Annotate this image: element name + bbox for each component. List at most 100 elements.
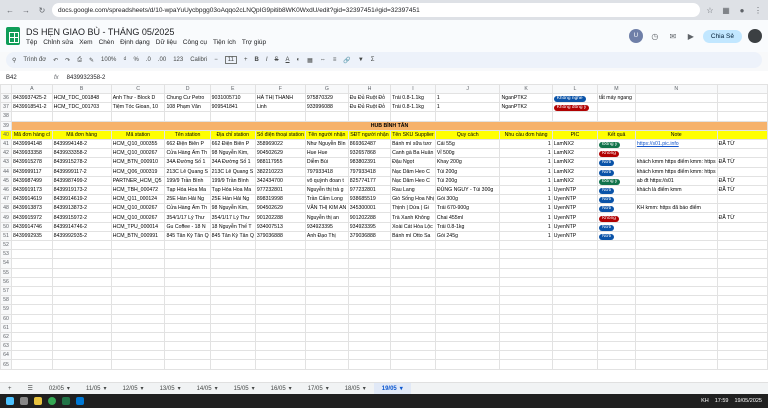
table-cell[interactable]: 901202288 [254,212,306,223]
table-cell[interactable] [11,313,53,324]
table-cell[interactable] [551,341,599,352]
menu-search[interactable]: Trình đơ [23,57,46,63]
table-cell[interactable] [390,267,436,278]
table-cell[interactable] [304,304,349,315]
table-cell[interactable] [597,285,636,297]
table-cell[interactable] [209,111,256,122]
row-number[interactable]: 57 [0,285,13,297]
decrease-decimal-button[interactable]: .0 [146,57,151,63]
table-cell[interactable] [304,359,349,370]
table-cell[interactable]: 8439919173-2 [51,184,112,196]
table-cell[interactable]: Nạc Dăm Heo C [390,175,436,186]
table-cell[interactable] [51,111,112,122]
header-cell[interactable]: Địa chỉ station [209,129,256,140]
table-cell[interactable] [597,249,636,260]
table-cell[interactable] [347,239,392,251]
row-number[interactable]: 40 [0,129,13,140]
table-cell[interactable]: Nạc Dăm Heo C [390,166,436,177]
table-cell[interactable]: 354/1/17 Lý Thư [164,212,211,223]
functions-icon[interactable]: Σ [371,57,375,63]
table-cell[interactable] [597,331,636,343]
table-cell[interactable]: Trái 0.8-1.1kg [390,92,436,104]
table-cell[interactable]: HCM_TDC_001848 [51,92,112,104]
table-cell[interactable]: 8439994148-2 [51,138,112,150]
status-chip[interactable]: Nơti [599,169,615,176]
table-cell[interactable] [347,322,392,333]
table-cell[interactable]: Trần Cẩm Long [304,194,349,205]
formula-input[interactable]: 8439932358-2 [67,75,106,81]
row-number[interactable]: 48 [0,203,13,214]
note-cell[interactable] [634,230,718,242]
extra-cell[interactable]: ĐÃ TỪ [716,138,768,150]
table-cell[interactable]: Canh gà Ba Huân [390,148,436,159]
header-cell[interactable]: SĐT người nhận [347,129,392,140]
table-cell[interactable] [716,322,768,333]
table-cell[interactable] [304,350,349,361]
table-cell[interactable]: 18 Nguyễn Thế T [209,221,256,232]
result-cell[interactable]: Nơti [597,230,636,242]
align-icon[interactable]: ≡ [333,57,337,63]
table-cell[interactable] [634,249,718,260]
table-cell[interactable]: ĐÙNG NGUY - Túi 300g [434,184,501,196]
table-cell[interactable] [254,331,306,343]
status-chip[interactable]: Đồng ý [599,142,621,148]
explorer-icon[interactable] [34,397,42,405]
table-cell[interactable]: 8439914619-2 [51,194,112,205]
table-cell[interactable]: Túi 200g [434,166,501,177]
table-cell[interactable] [551,359,599,370]
row-number[interactable]: 36 [0,92,13,104]
table-cell[interactable] [11,350,53,361]
table-cell[interactable] [304,276,349,287]
table-cell[interactable]: LamNX2 [551,175,599,186]
row-number[interactable]: 63 [0,341,13,352]
row-number[interactable]: 53 [0,249,13,260]
extra-cell[interactable] [716,148,768,159]
extra-cell[interactable]: ĐÃ TỪ [716,212,768,223]
table-cell[interactable]: 213C Lê Quang S [209,166,256,177]
table-cell[interactable] [209,322,256,333]
table-cell[interactable]: 1 [499,194,553,205]
status-chip[interactable]: Không đồng ý [553,105,590,111]
table-cell[interactable]: 909541841 [209,102,256,113]
percent-button[interactable]: % [134,57,139,63]
sheets-logo-icon[interactable] [6,27,20,45]
table-cell[interactable]: 1 [499,157,553,168]
table-cell[interactable] [304,341,349,352]
table-cell[interactable] [51,285,112,297]
table-cell[interactable]: 662 Điện Biên P [164,138,211,150]
table-cell[interactable]: 983802391 [347,157,392,168]
table-cell[interactable]: Gói 245g [434,230,501,242]
result-cell[interactable]: Nơti [597,221,636,232]
table-cell[interactable] [254,249,306,260]
table-cell[interactable]: 869362487 [347,138,392,150]
table-cell[interactable] [304,249,349,260]
row-number[interactable]: 49 [0,212,13,223]
font-size-plus[interactable]: + [244,57,248,63]
menu-tools[interactable]: Công cụ [183,39,207,46]
table-cell[interactable]: PARTNER_HCM_Q5 [110,175,166,186]
table-cell[interactable] [716,239,768,251]
forward-icon[interactable]: → [20,4,32,16]
table-cell[interactable] [51,322,112,333]
table-cell[interactable]: 934923395 [304,221,349,232]
table-cell[interactable] [390,341,436,352]
extra-cell[interactable] [716,221,768,232]
table-cell[interactable]: 1 [499,221,553,232]
table-cell[interactable] [11,249,53,260]
column-header[interactable]: B [51,84,112,94]
table-cell[interactable] [434,267,501,278]
table-cell[interactable]: Cửa Hàng Ẩm Th [164,148,211,159]
row-number[interactable]: 58 [0,295,13,306]
extra-cell[interactable]: ĐÃ TỪ [716,175,768,186]
table-cell[interactable] [716,285,768,297]
table-cell[interactable] [634,276,718,287]
table-cell[interactable]: 379036888 [347,230,392,242]
sheet-tab[interactable]: 15/05 ▾ [226,383,263,395]
table-cell[interactable] [634,313,718,324]
row-number[interactable]: 54 [0,258,13,269]
table-cell[interactable]: UyenNTP [551,221,599,232]
table-cell[interactable] [390,239,436,251]
table-cell[interactable] [51,276,112,287]
table-cell[interactable]: Khay 200g [434,157,501,168]
chevron-down-icon[interactable]: ▾ [363,385,366,392]
